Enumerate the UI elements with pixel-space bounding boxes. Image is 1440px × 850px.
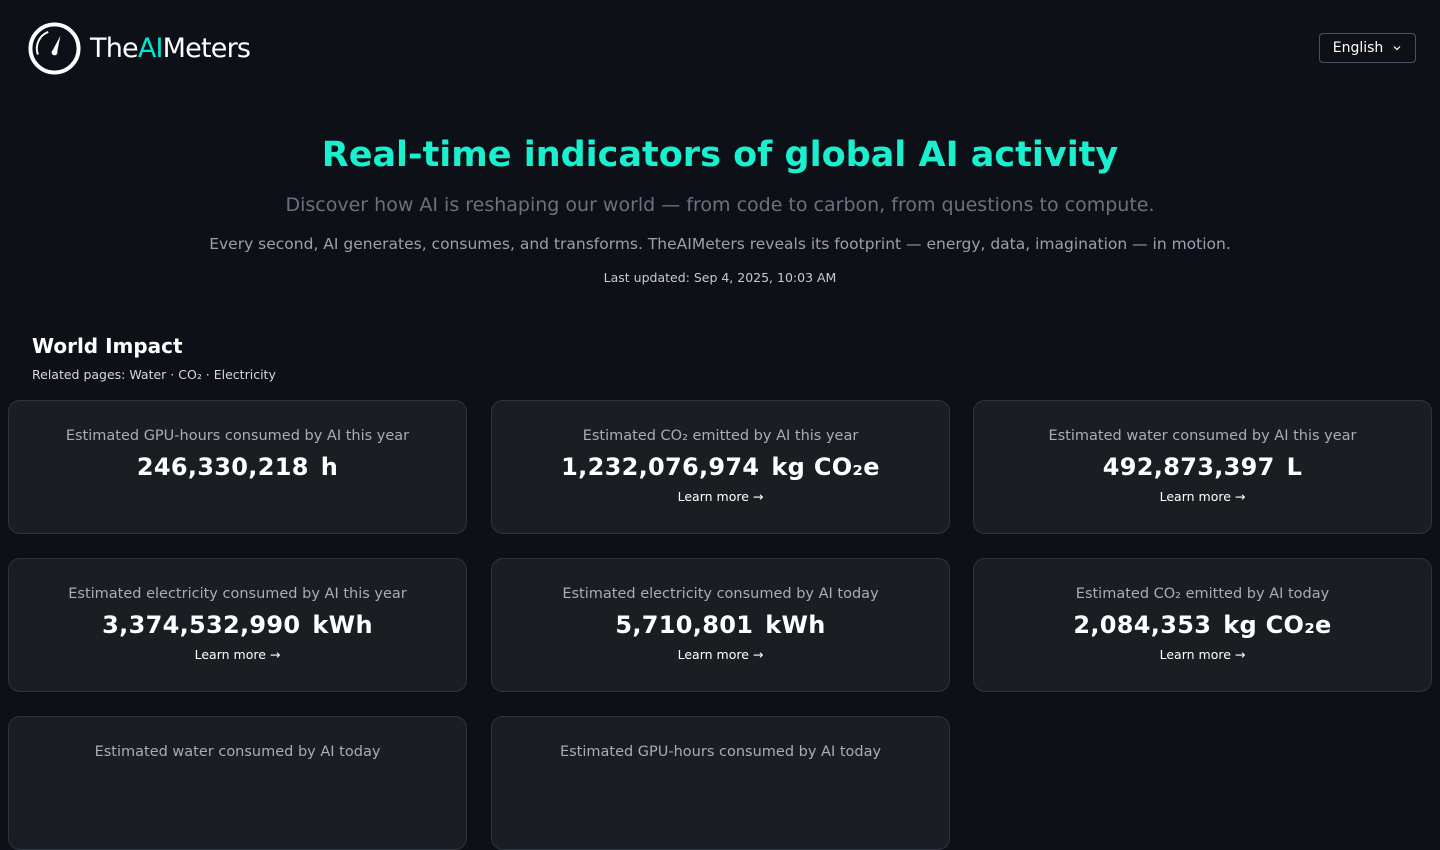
section-title: World Impact [32, 334, 183, 358]
related-pages: Related pages: Water · CO₂ · Electricity [32, 367, 276, 382]
metric-value: 246,330,218 h [136, 453, 339, 481]
metric-value: 1,232,076,974 kg CO₂e [561, 453, 880, 481]
language-value: English [1332, 40, 1384, 56]
speedometer-icon [28, 21, 81, 75]
metric-label: Estimated water consumed by AI this year [1048, 428, 1357, 444]
metric-label: Estimated electricity consumed by AI thi… [68, 586, 407, 602]
metric-label: Estimated CO₂ emitted by AI today [1075, 586, 1330, 602]
learn-more-link[interactable]: Learn more → [195, 647, 281, 663]
metric-card-gpu-year: Estimated GPU-hours consumed by AI this … [8, 400, 467, 534]
related-prefix: Related pages: [32, 367, 130, 382]
page-title: Real-time indicators of global AI activi… [321, 135, 1119, 175]
metric-card-co2-today: Estimated CO₂ emitted by AI today 2,084,… [973, 558, 1432, 692]
metric-card-co2-year: Estimated CO₂ emitted by AI this year 1,… [491, 400, 950, 534]
metric-value: 2,084,353 kg CO₂e [1073, 611, 1332, 639]
metric-label: Estimated electricity consumed by AI tod… [562, 586, 879, 602]
metric-card-electricity-year: Estimated electricity consumed by AI thi… [8, 558, 467, 692]
hero-subtitle: Discover how AI is reshaping our world —… [285, 194, 1155, 216]
chevron-down-icon [1393, 46, 1401, 51]
related-link-electricity[interactable]: Electricity [214, 367, 276, 382]
metric-label: Estimated CO₂ emitted by AI this year [582, 428, 859, 444]
site-logo[interactable]: TheAIMeters [27, 20, 251, 76]
metric-label: Estimated water consumed by AI today [94, 744, 381, 760]
hero-description: Every second, AI generates, consumes, an… [209, 235, 1231, 253]
hero-section: Real-time indicators of global AI activi… [0, 130, 1440, 286]
metric-card-water-year: Estimated water consumed by AI this year… [973, 400, 1432, 534]
logo-wordmark: TheAIMeters [90, 32, 251, 64]
metric-card-electricity-today: Estimated electricity consumed by AI tod… [491, 558, 950, 692]
metric-value: 492,873,397 L [1102, 453, 1303, 481]
related-link-water[interactable]: Water [129, 367, 166, 382]
metric-card-water-today: Estimated water consumed by AI today [8, 716, 467, 850]
metric-value: 3,374,532,990 kWh [102, 611, 373, 639]
metric-card-gpu-today: Estimated GPU-hours consumed by AI today [491, 716, 950, 850]
metric-label: Estimated GPU-hours consumed by AI this … [65, 428, 410, 444]
metric-label: Estimated GPU-hours consumed by AI today [559, 744, 882, 760]
learn-more-link[interactable]: Learn more → [678, 489, 764, 505]
related-link-co2[interactable]: CO₂ [178, 367, 202, 382]
learn-more-link[interactable]: Learn more → [678, 647, 764, 663]
last-updated: Last updated: Sep 4, 2025, 10:03 AM [603, 270, 837, 285]
language-select[interactable]: English [1319, 33, 1416, 63]
learn-more-link[interactable]: Learn more → [1160, 489, 1246, 505]
metric-value: 5,710,801 kWh [615, 611, 826, 639]
learn-more-link[interactable]: Learn more → [1160, 647, 1246, 663]
site-header: TheAIMeters English [0, 0, 1440, 96]
